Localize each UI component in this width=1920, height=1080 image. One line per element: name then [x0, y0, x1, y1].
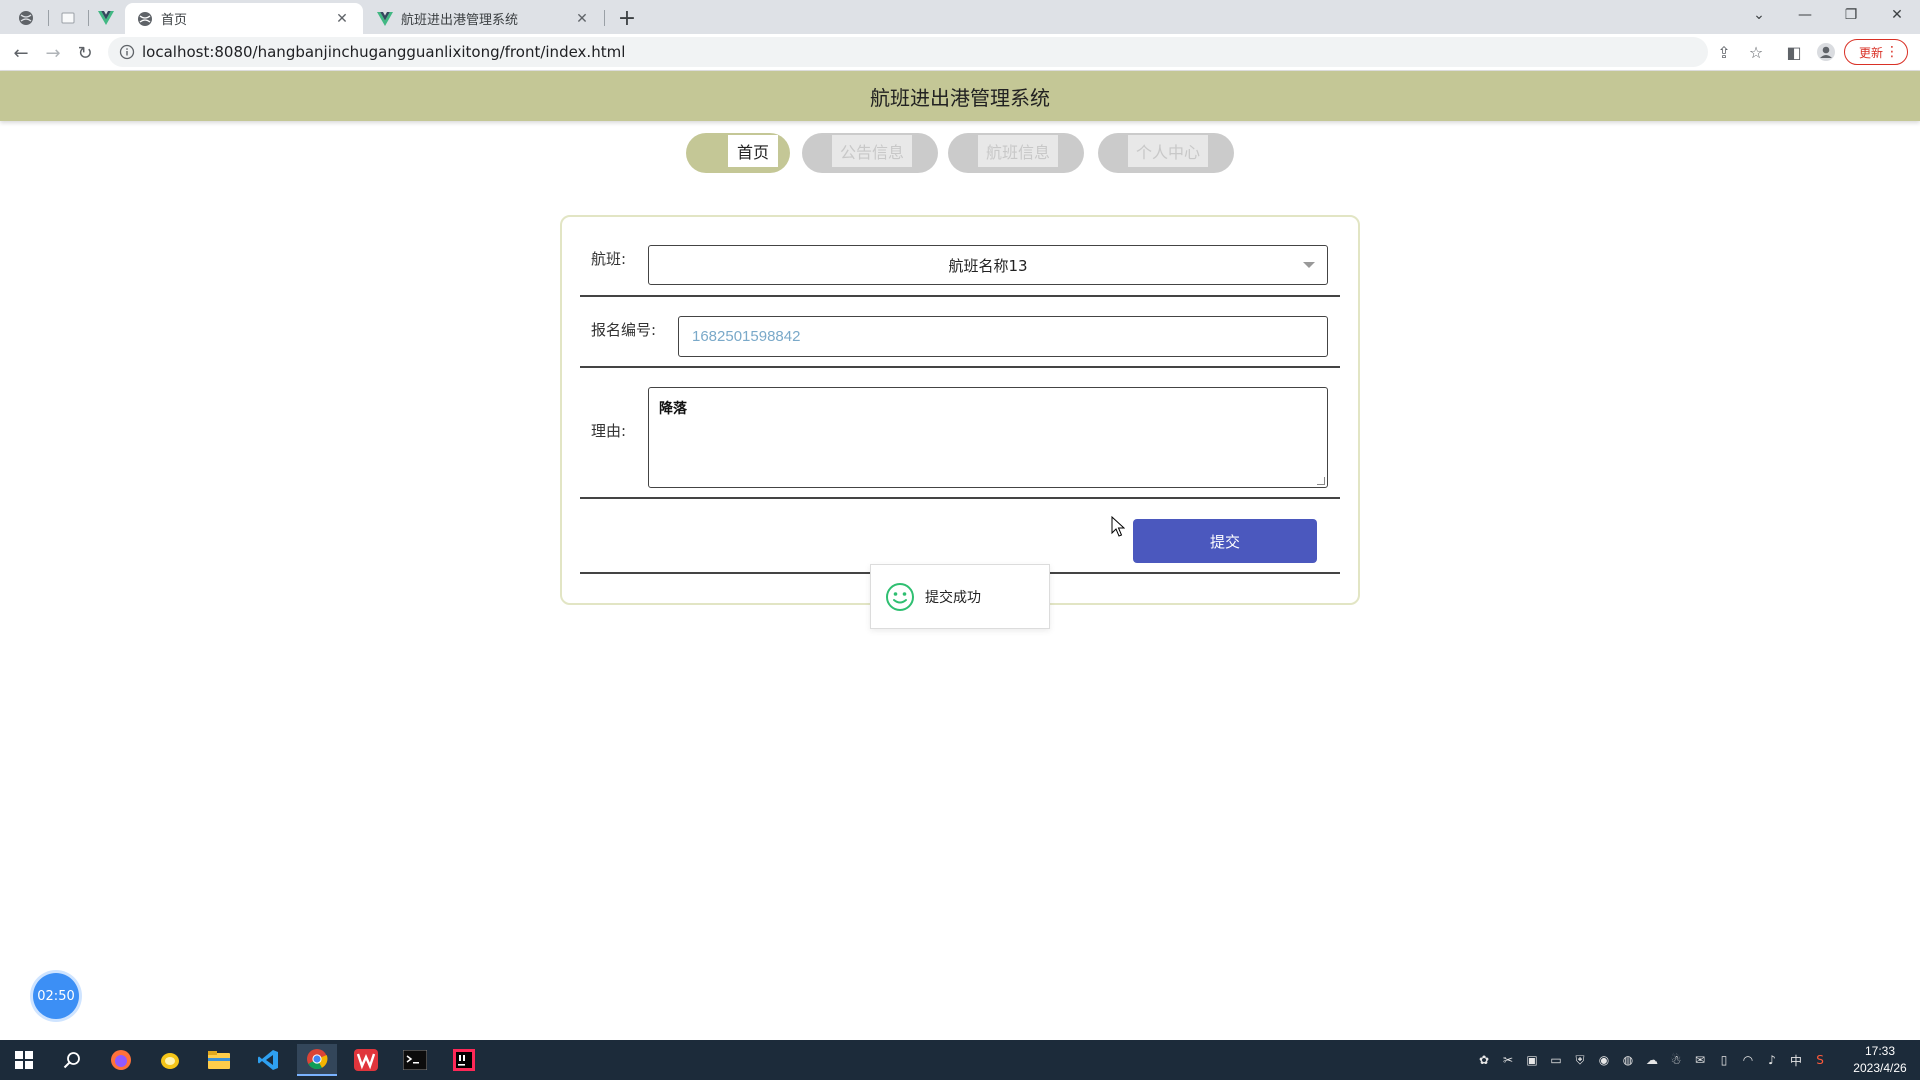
clock-time: 17:33: [1864, 1044, 1896, 1058]
profile-avatar-icon[interactable]: [1812, 37, 1840, 67]
bookmark-star-icon[interactable]: ☆: [1742, 37, 1770, 67]
nav-flights-label: 航班信息: [978, 135, 1058, 167]
nav-flights[interactable]: 航班信息: [948, 133, 1084, 173]
site-header: 航班进出港管理系统: [0, 71, 1920, 121]
toast-message: 提交成功: [925, 589, 981, 606]
tray-network-tool-icon[interactable]: ✂: [1498, 1048, 1518, 1072]
vue-logo-icon: [377, 11, 393, 26]
chrome-icon[interactable]: [297, 1044, 337, 1076]
firefox-icon[interactable]: [101, 1044, 141, 1076]
tab-title: 航班进出港管理系统: [401, 13, 519, 28]
flight-select-value: 航班名称13: [948, 256, 1028, 275]
clock[interactable]: 17:33 2023/4/26: [1840, 1043, 1920, 1079]
pinned-tab-globe[interactable]: [8, 5, 44, 31]
browser-tab-strip: 首页 ✕ 航班进出港管理系统 ✕ + ⌄ — ❐ ✕: [0, 0, 1920, 34]
tray-security-icon[interactable]: ⛨: [1570, 1048, 1590, 1072]
update-label: 更新: [1859, 45, 1884, 60]
side-panel-icon[interactable]: ◧: [1780, 37, 1808, 67]
registration-number-label: 报名编号:: [591, 321, 657, 339]
tray-input-method-icon[interactable]: S: [1810, 1048, 1830, 1072]
flight-select[interactable]: 航班名称13: [648, 245, 1328, 285]
tab-system[interactable]: 航班进出港管理系统 ✕: [365, 3, 603, 34]
pinned-tab-vue[interactable]: [88, 5, 124, 31]
tray-wechat-icon[interactable]: ☁: [1642, 1048, 1662, 1072]
timer-badge[interactable]: 02:50: [33, 973, 79, 1019]
divider: [580, 366, 1340, 368]
close-tab-icon[interactable]: ✕: [333, 10, 351, 28]
wps-office-icon[interactable]: [346, 1044, 386, 1076]
restore-button[interactable]: ❐: [1828, 0, 1874, 30]
chevron-down-icon: [1303, 262, 1315, 268]
nav-personal-center[interactable]: 个人中心: [1098, 133, 1234, 173]
divider: [580, 295, 1340, 297]
reason-label: 理由:: [591, 422, 627, 440]
taskbar: ✿ ✂ ▣ ▭ ⛨ ◉ ◍ ☁ ☃ ✉ ▯ ◠ ♪ 中 S 17:33 2023…: [0, 1040, 1920, 1080]
reason-textarea[interactable]: 降落: [648, 387, 1328, 488]
timer-value: 02:50: [37, 988, 75, 1004]
nav-notices-label: 公告信息: [832, 135, 912, 167]
update-browser-button[interactable]: 更新 ⋮: [1844, 39, 1908, 65]
smile-icon: [886, 582, 914, 611]
close-tab-icon[interactable]: ✕: [573, 10, 591, 28]
pinned-tab-blank[interactable]: [50, 5, 86, 31]
new-tab-button[interactable]: +: [614, 5, 640, 31]
tray-usb-icon[interactable]: ▯: [1714, 1048, 1734, 1072]
tray-ide-icon[interactable]: ▣: [1522, 1048, 1542, 1072]
more-menu-icon[interactable]: ⋮: [1885, 44, 1899, 60]
volume-icon[interactable]: ♪: [1762, 1048, 1782, 1072]
blank-page-icon: [61, 12, 75, 24]
site-info-icon[interactable]: [112, 44, 142, 60]
site-title: 航班进出港管理系统: [870, 85, 1050, 110]
nav-home-label: 首页: [728, 135, 778, 167]
close-window-button[interactable]: ✕: [1874, 0, 1920, 30]
windows-start-icon[interactable]: [4, 1044, 44, 1076]
terminal-icon[interactable]: [395, 1044, 435, 1076]
tray-sync-icon[interactable]: ◍: [1618, 1048, 1638, 1072]
intellij-idea-icon[interactable]: [444, 1044, 484, 1076]
nav-home[interactable]: 首页: [686, 133, 790, 173]
minimize-button[interactable]: —: [1782, 0, 1828, 30]
submit-label: 提交: [1209, 532, 1240, 551]
forward-arrow-icon[interactable]: →: [40, 40, 66, 66]
resize-grip-icon[interactable]: [1317, 477, 1325, 485]
tab-home[interactable]: 首页 ✕: [125, 3, 363, 34]
vue-logo-icon: [98, 11, 114, 25]
url-text: localhost:8080/hangbanjinchugangguanlixi…: [142, 43, 626, 61]
wifi-icon[interactable]: ◠: [1738, 1048, 1758, 1072]
nav-notices[interactable]: 公告信息: [802, 133, 938, 173]
reason-value: 降落: [659, 401, 687, 417]
vscode-icon[interactable]: [248, 1044, 288, 1076]
tab-title: 首页: [161, 13, 188, 28]
registration-number-value: 1682501598842: [692, 328, 801, 345]
nav-personal-label: 个人中心: [1128, 135, 1208, 167]
browser-toolbar: ← → ↻ localhost:8080/hangbanjinchuganggu…: [0, 34, 1920, 71]
address-bar[interactable]: localhost:8080/hangbanjinchugangguanlixi…: [108, 37, 1708, 67]
tray-qq-icon[interactable]: ☃: [1666, 1048, 1686, 1072]
success-toast: 提交成功: [870, 564, 1050, 629]
clock-date: 2023/4/26: [1853, 1061, 1907, 1075]
submit-button[interactable]: 提交: [1133, 519, 1317, 563]
divider: [580, 497, 1340, 499]
search-icon[interactable]: [52, 1044, 92, 1076]
back-arrow-icon[interactable]: ←: [8, 40, 34, 66]
tray-folder-icon[interactable]: ▭: [1546, 1048, 1566, 1072]
chat-app-icon[interactable]: [150, 1044, 190, 1076]
share-icon[interactable]: ⇪: [1710, 37, 1738, 67]
mouse-pointer-icon: [1111, 516, 1125, 537]
reload-icon[interactable]: ↻: [72, 40, 98, 66]
ime-indicator[interactable]: 中: [1786, 1048, 1806, 1072]
registration-number-input[interactable]: 1682501598842: [678, 316, 1328, 357]
flight-label: 航班:: [591, 250, 627, 268]
tab-search-icon[interactable]: ⌄: [1736, 0, 1782, 30]
globe-icon: [138, 11, 152, 26]
tray-chat-icon[interactable]: ✉: [1690, 1048, 1710, 1072]
globe-icon: [19, 11, 33, 25]
file-explorer-icon[interactable]: [199, 1044, 239, 1076]
tray-recorder-icon[interactable]: ◉: [1594, 1048, 1614, 1072]
tray-app-icon[interactable]: ✿: [1474, 1048, 1494, 1072]
